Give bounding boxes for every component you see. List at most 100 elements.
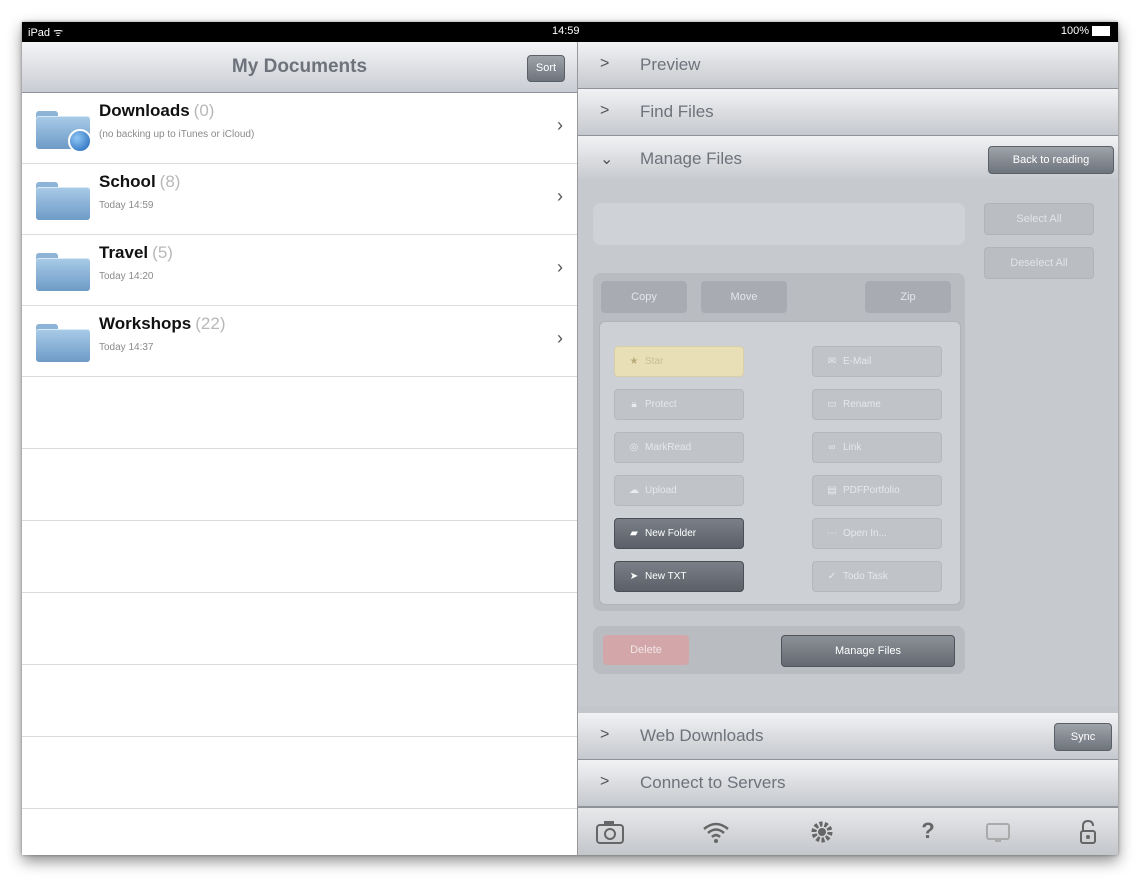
page-title: My Documents (231, 56, 368, 77)
manage-files-button[interactable]: Manage Files (781, 635, 955, 667)
folder-count: (0) (193, 101, 215, 120)
folder-count: (8) (159, 172, 181, 191)
actions-grid: ★ Star ✉ E-Mail 🔒︎ Protect ▭ Rename ◎ MarkRea… (599, 321, 961, 605)
folder-subtitle: (no backing up to iTunes or iCloud) (99, 129, 255, 140)
new-folder-icon: ▰ (630, 528, 638, 539)
status-bar: iPad ᯤ 14:59 100% (22, 22, 1118, 42)
folder-subtitle: Today 14:37 (99, 342, 154, 353)
folder-row-downloads[interactable]: Downloads (0) (no backing up to iTunes or… (22, 93, 577, 164)
sort-button[interactable]: Sort (527, 55, 565, 82)
empty-row (22, 521, 577, 593)
todo-task-button[interactable]: ✓ Todo Task (812, 561, 942, 592)
folder-list: Downloads (0) (no backing up to iTunes or… (22, 93, 577, 809)
section-label: Preview (640, 55, 701, 74)
empty-row (22, 737, 577, 809)
bottom-toolbar: ? (578, 807, 1118, 855)
more-icon: ⋯ (827, 528, 837, 539)
bottom-actions: Delete Manage Files (593, 626, 965, 674)
help-icon[interactable]: ? (908, 818, 948, 844)
folder-subtitle: Today 14:20 (99, 271, 154, 282)
clock: 14:59 (552, 25, 580, 37)
folder-row-travel[interactable]: Travel (5) Today 14:20 › (22, 235, 577, 306)
chevron-right-icon: > (600, 102, 610, 119)
move-button[interactable]: Move (701, 281, 787, 313)
folder-name: Downloads (99, 101, 190, 120)
new-folder-button[interactable]: ▰ New Folder (614, 518, 744, 549)
ipad-screen: iPad ᯤ 14:59 100% My Documents Sort Down… (22, 22, 1118, 855)
chevron-right-icon: › (557, 257, 563, 277)
documents-pane: My Documents Sort Downloads (0) (no backi… (22, 42, 578, 855)
empty-row (22, 449, 577, 521)
settings-icon[interactable] (802, 818, 842, 852)
back-to-reading-button[interactable]: Back to reading (988, 146, 1114, 174)
section-manage-files[interactable]: ⌄ Manage Files Back to reading (578, 136, 1118, 183)
new-txt-button[interactable]: ➤ New TXT (614, 561, 744, 592)
link-icon: ∞ (828, 442, 836, 453)
protect-button[interactable]: 🔒︎ Protect (614, 389, 744, 420)
chevron-right-icon: > (600, 726, 610, 743)
battery-icon (1092, 26, 1110, 37)
documents-header: My Documents Sort (22, 42, 577, 93)
zip-button[interactable]: Zip (865, 281, 951, 313)
selection-field (593, 203, 965, 245)
empty-row (22, 377, 577, 449)
folder-count: (5) (152, 243, 173, 262)
lock-icon[interactable] (1068, 818, 1108, 852)
section-label: Find Files (640, 102, 714, 121)
star-icon: ★ (629, 356, 639, 367)
copy-button[interactable]: Copy (601, 281, 687, 313)
mail-icon: ✉ (827, 356, 837, 367)
email-button[interactable]: ✉ E-Mail (812, 346, 942, 377)
device-label: iPad ᯤ (28, 27, 64, 39)
folder-count: (22) (195, 314, 226, 333)
portfolio-icon: ▤ (827, 485, 837, 496)
chevron-right-icon: › (557, 115, 563, 135)
folder-name: Workshops (99, 314, 192, 333)
folder-download-icon (36, 111, 92, 153)
folder-name: School (99, 172, 156, 191)
eye-icon: ◎ (629, 442, 639, 453)
sync-button[interactable]: Sync (1054, 723, 1112, 751)
display-icon[interactable] (978, 818, 1018, 852)
rename-icon: ▭ (827, 399, 837, 410)
open-in-button[interactable]: ⋯ Open In... (812, 518, 942, 549)
rename-button[interactable]: ▭ Rename (812, 389, 942, 420)
folder-icon (36, 324, 90, 362)
wifi-icon[interactable] (696, 818, 736, 852)
folder-row-workshops[interactable]: Workshops (22) Today 14:37 › (22, 306, 577, 377)
upload-button[interactable]: ☁ Upload (614, 475, 744, 506)
lock-icon: 🔒︎ (631, 399, 637, 410)
actions-panel: Copy Move Zip ★ Star ✉ E-Mail 🔒︎ Protect ▭ R… (593, 273, 965, 611)
select-all-button[interactable]: Select All (984, 203, 1094, 235)
section-web-downloads[interactable]: > Web Downloads Sync (578, 713, 1118, 760)
folder-row-school[interactable]: School (8) Today 14:59 › (22, 164, 577, 235)
mark-read-button[interactable]: ◎ MarkRead (614, 432, 744, 463)
pdf-portfolio-button[interactable]: ▤ PDFPortfolio (812, 475, 942, 506)
chevron-down-icon: ⌄ (600, 151, 614, 168)
chevron-right-icon: > (600, 773, 610, 790)
upload-cloud-icon: ☁ (629, 485, 639, 496)
cursor-icon: ➤ (629, 571, 639, 582)
section-preview[interactable]: > Preview (578, 42, 1118, 89)
camera-icon[interactable] (590, 818, 630, 852)
deselect-all-button[interactable]: Deselect All (984, 247, 1094, 279)
empty-row (22, 593, 577, 665)
manage-files-panel: Select All Deselect All Copy Move Zip ★ S… (578, 181, 1118, 706)
folder-name: Travel (99, 243, 149, 262)
star-button[interactable]: ★ Star (614, 346, 744, 377)
section-label: Web Downloads (640, 726, 764, 745)
folder-icon (36, 253, 90, 291)
chevron-right-icon: › (557, 328, 563, 348)
section-find-files[interactable]: > Find Files (578, 89, 1118, 136)
chevron-right-icon: › (557, 186, 563, 206)
section-label: Connect to Servers (640, 773, 786, 792)
section-connect-servers[interactable]: > Connect to Servers (578, 760, 1118, 807)
link-button[interactable]: ∞ Link (812, 432, 942, 463)
checkmark-icon: ✓ (827, 571, 837, 582)
chevron-right-icon: > (600, 55, 610, 72)
delete-button[interactable]: Delete (603, 635, 689, 665)
empty-row (22, 665, 577, 737)
tools-pane: > Preview > Find Files ⌄ Manage Files Ba… (578, 42, 1118, 855)
folder-subtitle: Today 14:59 (99, 200, 154, 211)
folder-icon (36, 182, 90, 220)
